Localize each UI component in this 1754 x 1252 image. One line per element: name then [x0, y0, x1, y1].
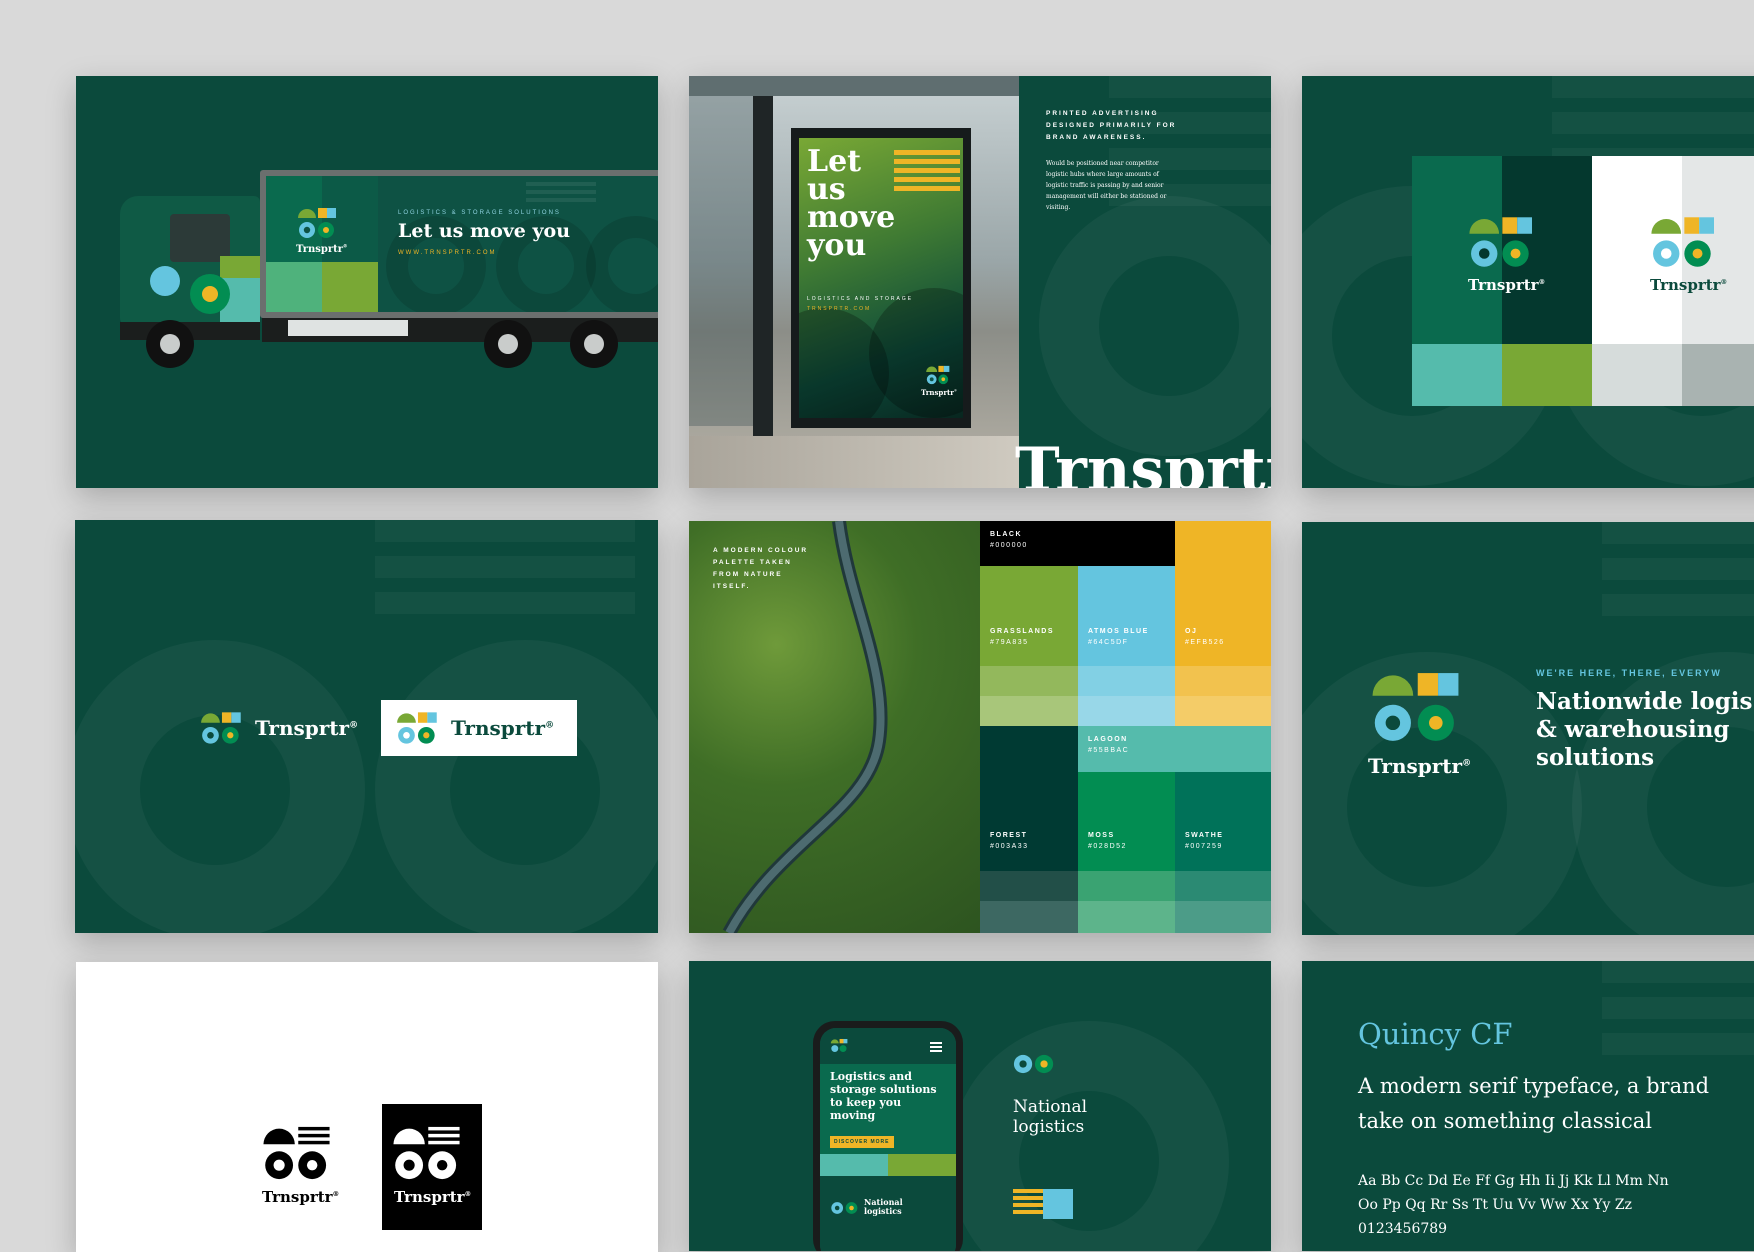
billboard-big-wordmark: Trnsprtr — [1015, 435, 1271, 488]
side-title: National logistics — [1013, 1097, 1088, 1137]
brand-wordmark: Trnsprtr® — [1368, 754, 1472, 778]
swatch-forest: FOREST #003A33 — [980, 726, 1078, 871]
brand-logo-mark — [1469, 217, 1532, 267]
app-section-title: National logistics — [864, 1197, 903, 1216]
nationwide-card: Trnsprtr® WE'RE HERE, THERE, EVERYW Nati… — [1302, 522, 1754, 935]
swatch-moss: MOSS #028D52 — [1078, 772, 1175, 871]
bus-shelter-photo: Let us move you LOGISTICS AND STORAGE TR… — [689, 76, 1019, 488]
phone-frame: Logistics and storage solutions to keep … — [813, 1021, 963, 1251]
national-logistics-icon — [1013, 1054, 1054, 1074]
horizontal-logo-card: Trnsprtr® Trnsprtr® — [75, 520, 658, 933]
hamburger-menu-icon[interactable] — [930, 1042, 942, 1052]
mobile-mockup-card: Logistics and storage solutions to keep … — [689, 961, 1271, 1251]
swatch-lagoon: LAGOON #55BBAC — [1078, 726, 1271, 772]
billboard-body: Would be positioned near competitor logi… — [1046, 160, 1167, 211]
registered-mark: ® — [332, 1190, 340, 1198]
mono-logo-card: Trnsprtr® Trnsprtr® — [76, 962, 658, 1252]
app-logo-mark — [830, 1038, 848, 1053]
typeface-alphabet: Aa Bb Cc Dd Ee Ff Gg Hh Ii Jj Kk Ll Mm N… — [1358, 1173, 1669, 1237]
registered-mark: ® — [953, 388, 958, 393]
registered-mark: ® — [464, 1190, 472, 1198]
registered-mark: ® — [349, 720, 359, 731]
registered-mark: ® — [545, 720, 555, 731]
swatch-atmos-blue: ATMOS BLUE #64C5DF — [1078, 566, 1175, 666]
billboard-heading: PRINTED ADVERTISING DESIGNED PRIMARILY F… — [1046, 110, 1177, 141]
registered-mark: ® — [1538, 278, 1546, 286]
truck-url: WWW.TRNSPRTR.COM — [398, 250, 497, 256]
registered-mark: ® — [1462, 758, 1472, 769]
mono-logo-mark — [263, 1126, 330, 1180]
truck-cab — [120, 196, 260, 326]
brand-logo-mark — [1372, 673, 1459, 741]
registered-mark: ® — [343, 244, 348, 250]
swatch-oj: OJ #EFB526 — [1175, 566, 1271, 666]
billboard-card: Let us move you LOGISTICS AND STORAGE TR… — [689, 76, 1271, 488]
swatch-black: BLACK #000000 — [980, 521, 1175, 566]
swatch-grasslands: GRASSLANDS #79A835 — [980, 566, 1078, 666]
truck-headline: Let us move you — [398, 220, 571, 242]
nationwide-eyebrow: WE'RE HERE, THERE, EVERYW — [1536, 668, 1722, 678]
truck-mockup-card: Trnsprtr® LOGISTICS & STORAGE SOLUTIONS … — [76, 76, 658, 488]
discover-more-button[interactable]: DISCOVER MORE — [830, 1136, 894, 1148]
poster-wordmark: Trnsprtr® — [921, 388, 958, 397]
brand-wordmark: Trnsprtr® — [451, 716, 555, 740]
poster-url: TRNSPRTR.COM — [807, 306, 872, 312]
truck-box: Trnsprtr® LOGISTICS & STORAGE SOLUTIONS … — [260, 170, 658, 318]
palette-intro: A MODERN COLOUR PALETTE TAKEN FROM NATUR… — [713, 547, 809, 590]
brand-logo-mark — [397, 712, 437, 744]
truck-tagline: LOGISTICS & STORAGE SOLUTIONS — [398, 210, 561, 216]
billboard-poster: Let us move you LOGISTICS AND STORAGE TR… — [791, 128, 971, 428]
brand-logo-mark — [201, 712, 241, 744]
typeface-card: Quincy CF A modern serif typeface, a bra… — [1302, 961, 1754, 1251]
mono-wordmark: Trnsprtr® — [394, 1188, 472, 1206]
poster-logo-mark — [926, 365, 950, 385]
typeface-description: A modern serif typeface, a brand take on… — [1358, 1074, 1710, 1133]
brand-wordmark: Trnsprtr® — [255, 716, 359, 740]
colour-palette-card: A MODERN COLOUR PALETTE TAKEN FROM NATUR… — [689, 521, 1271, 933]
brand-wordmark: Trnsprtr® — [1468, 276, 1546, 294]
nationwide-headline: Nationwide logis & warehousing solutions — [1536, 688, 1753, 771]
brand-logo-mark — [1651, 217, 1714, 267]
poster-headline-line: you — [807, 228, 867, 263]
logo-color-blocks-card: Trnsprtr® Trnsprtr® — [1302, 76, 1754, 488]
mono-logo-mark — [393, 1126, 460, 1180]
brand-logo-mark — [298, 208, 336, 238]
typeface-name: Quincy CF — [1358, 1017, 1513, 1051]
mono-wordmark: Trnsprtr® — [262, 1188, 340, 1206]
brand-wordmark: Trnsprtr® — [1650, 276, 1728, 294]
poster-small-text: LOGISTICS AND STORAGE — [807, 296, 914, 302]
app-hero-text: Logistics and storage solutions to keep … — [830, 1070, 937, 1122]
swatch-swathe: SWATHE #007259 — [1175, 772, 1271, 871]
brand-wordmark: Trnsprtr® — [296, 244, 348, 255]
registered-mark: ® — [1720, 278, 1728, 286]
